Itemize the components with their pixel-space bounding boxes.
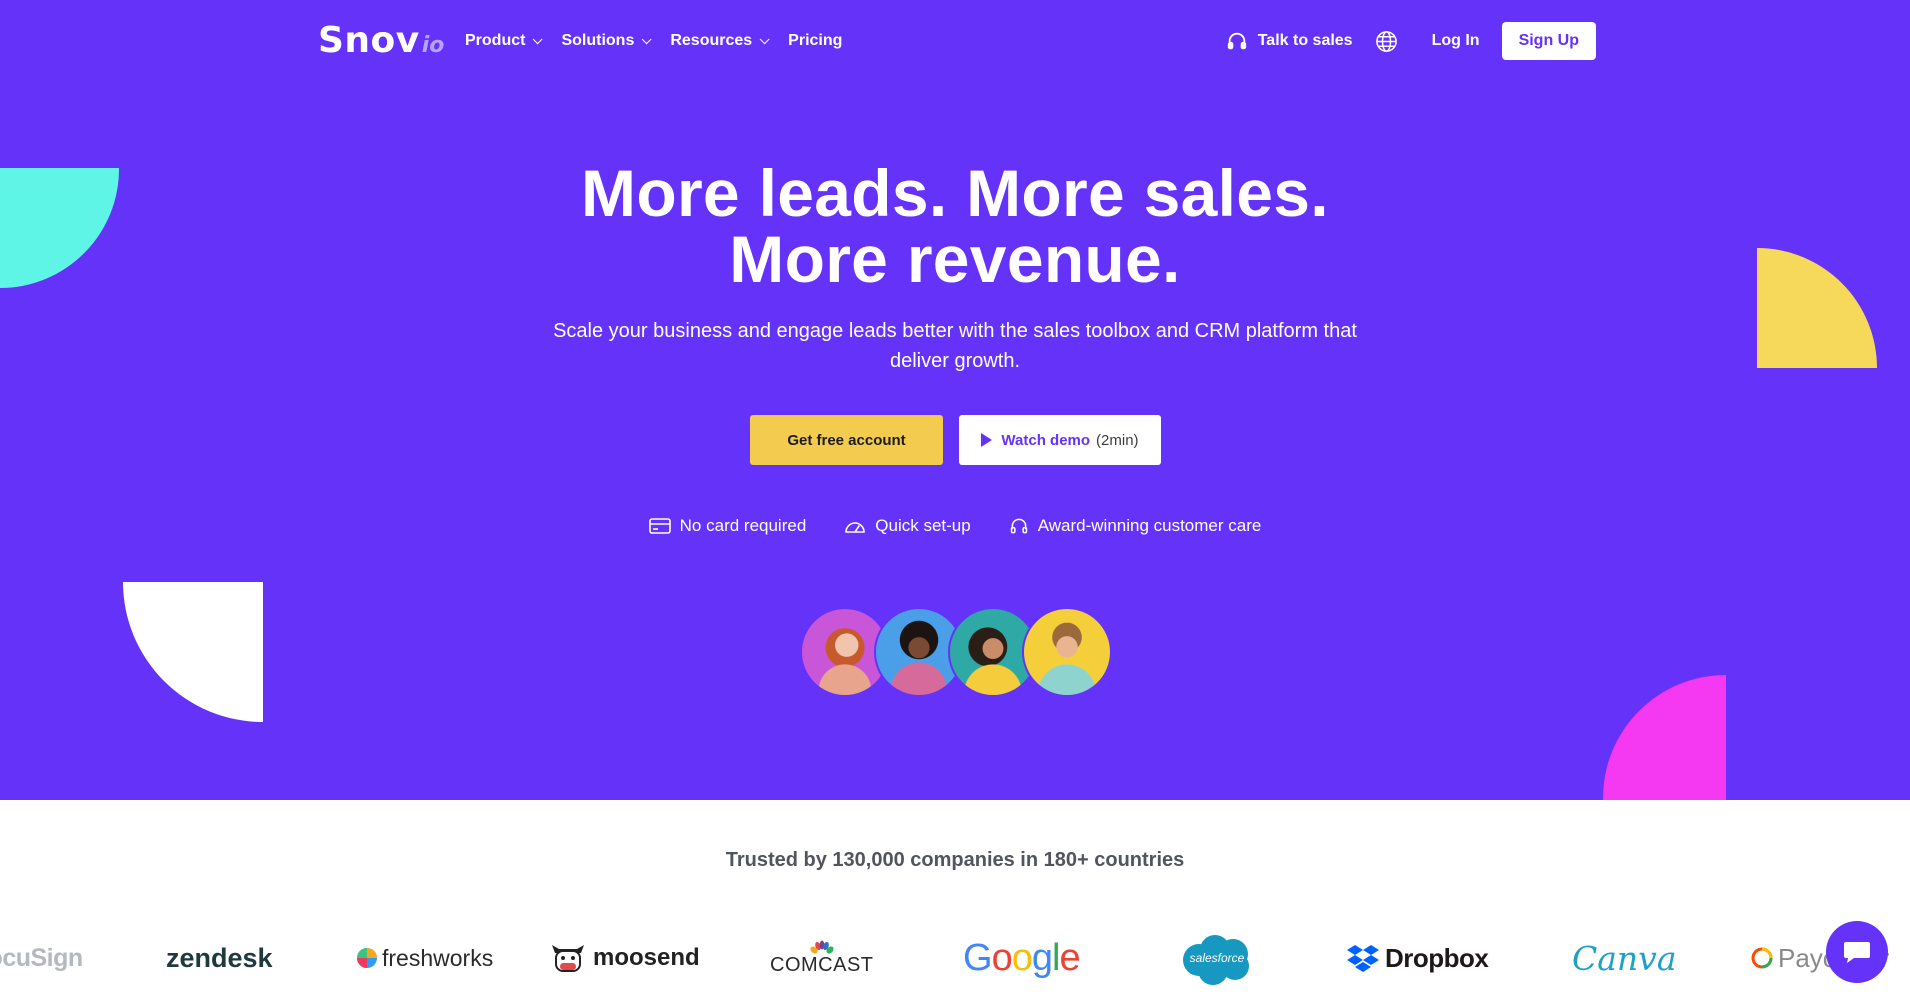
- credit-card-icon: [648, 518, 671, 534]
- white-quarter-circle-decoration: [123, 582, 263, 722]
- talk-to-sales-label: Talk to sales: [1257, 32, 1353, 49]
- hero-headline-line-2: More revenue.: [729, 222, 1181, 296]
- menu-item-label: Pricing: [788, 32, 843, 49]
- freshworks-mark-icon: [357, 948, 377, 968]
- moosend-cow-icon: [552, 945, 584, 972]
- chat-widget-button[interactable]: [1826, 921, 1888, 983]
- feature-label: No card required: [679, 516, 807, 535]
- logo-suffix: io: [421, 33, 445, 58]
- snovio-logo[interactable]: Snov io: [318, 20, 444, 62]
- menu-item-solutions[interactable]: Solutions: [561, 32, 652, 50]
- talk-to-sales-link[interactable]: Talk to sales: [1226, 30, 1353, 52]
- language-selector[interactable]: [1375, 30, 1398, 53]
- hero-subtext: Scale your business and engage leads bet…: [553, 320, 1357, 372]
- headset-icon: [1010, 518, 1027, 534]
- freshworks-logo: freshworks: [355, 930, 493, 986]
- canva-logo: Canva: [1572, 938, 1677, 978]
- demo-duration: (2min): [1096, 431, 1139, 449]
- menu-item-label: Resources: [670, 32, 753, 49]
- client-logos: DocuSign zendesk freshworks moosend: [0, 930, 1910, 986]
- avatar: [1022, 607, 1112, 697]
- dropbox-box-icon: [1347, 945, 1379, 972]
- salesforce-logo: salesforce: [1177, 930, 1257, 986]
- menu-item-product[interactable]: Product: [465, 32, 544, 50]
- feature-label: Quick set-up: [875, 516, 971, 535]
- feature-item: Award-winning customer care: [1009, 513, 1262, 539]
- chevron-down-icon: [533, 33, 544, 44]
- globe-icon: [1375, 30, 1397, 52]
- nbc-peacock-icon: [810, 940, 834, 954]
- signup-button[interactable]: Sign Up: [1501, 22, 1596, 60]
- logo-text: Snov: [318, 20, 420, 61]
- watch-demo-label: Watch demo: [1001, 431, 1091, 449]
- moosend-logo: moosend: [549, 930, 700, 986]
- feature-item: No card required: [648, 513, 807, 539]
- main-menu: Product Solutions Resources Pricing: [465, 20, 842, 62]
- play-icon: [981, 433, 993, 447]
- menu-item-pricing[interactable]: Pricing: [788, 32, 842, 50]
- get-free-account-button[interactable]: Get free account: [750, 415, 943, 465]
- chat-bubble-icon: [1844, 942, 1870, 963]
- nav-actions: Talk to sales Log In Sign Up: [1226, 20, 1596, 62]
- chevron-down-icon: [642, 33, 652, 44]
- login-link[interactable]: Log In: [1432, 32, 1480, 50]
- top-navigation: Snov io Product Solutions Resources Pric…: [318, 20, 1596, 62]
- hero-headline-line-1: More leads. More sales.: [581, 156, 1329, 230]
- docusign-logo: DocuSign: [0, 943, 83, 972]
- speedometer-icon: [845, 522, 866, 533]
- chevron-down-icon: [759, 33, 770, 44]
- menu-item-label: Product: [465, 32, 526, 49]
- zendesk-logo: zendesk: [166, 942, 273, 973]
- menu-item-label: Solutions: [561, 32, 635, 49]
- payoneer-ring-icon: [1751, 947, 1773, 969]
- feature-list: No card required Quick set-up Award-winn…: [0, 513, 1910, 539]
- comcast-logo: COMCAST: [770, 930, 874, 986]
- menu-item-resources[interactable]: Resources: [670, 32, 770, 50]
- magenta-quarter-circle-decoration: [1603, 675, 1726, 800]
- hero-section: Snov io Product Solutions Resources Pric…: [0, 0, 1910, 800]
- headset-icon: [1227, 32, 1246, 50]
- google-logo: Google: [963, 936, 1081, 979]
- trust-heading: Trusted by 130,000 companies in 180+ cou…: [725, 849, 1185, 871]
- feature-item: Quick set-up: [844, 513, 971, 539]
- feature-label: Award-winning customer care: [1037, 516, 1262, 535]
- watch-demo-button[interactable]: Watch demo (2min): [959, 415, 1161, 465]
- dropbox-logo: Dropbox: [1347, 930, 1489, 986]
